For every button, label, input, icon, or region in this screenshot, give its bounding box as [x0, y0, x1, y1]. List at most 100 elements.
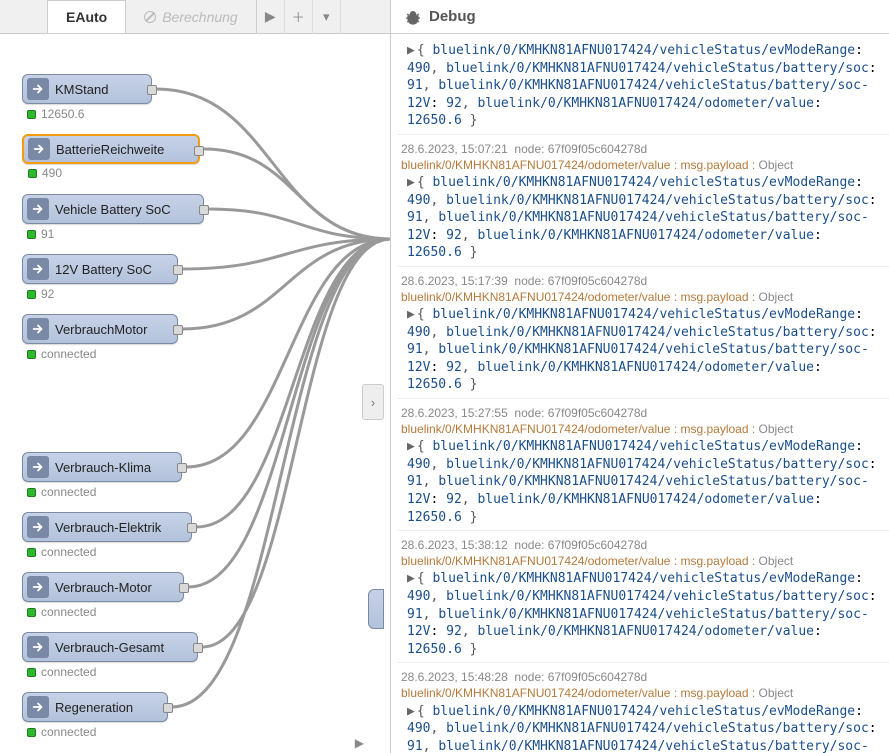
flow-node-vgesamt[interactable]: Verbrauch-Gesamtconnected: [22, 632, 198, 662]
node-output-port[interactable]: [177, 463, 187, 473]
flow-node-regen[interactable]: Regenerationconnected: [22, 692, 168, 722]
status-dot: [27, 668, 36, 677]
debug-message[interactable]: 28.6.2023, 15:07:21 node: 67f09f05c60427…: [397, 139, 889, 267]
debug-topic: bluelink/0/KMHKN81AFNU017424/odometer/va…: [401, 157, 883, 173]
flow-node-vmotor[interactable]: VerbrauchMotorconnected: [22, 314, 178, 344]
expand-icon[interactable]: ▶: [407, 175, 415, 190]
node-output-port[interactable]: [187, 523, 197, 533]
debug-message[interactable]: 28.6.2023, 15:27:55 node: 67f09f05c60427…: [397, 403, 889, 531]
debug-pane: Debug ▶{ bluelink/0/KMHKN81AFNU017424/ve…: [391, 0, 889, 753]
scroll-right-icon[interactable]: ▶: [355, 736, 364, 750]
node-output-port[interactable]: [199, 205, 209, 215]
flow-node-kmstand[interactable]: KMStand12650.6: [22, 74, 152, 104]
node-status: 12650.6: [27, 107, 84, 121]
debug-message-list[interactable]: ▶{ bluelink/0/KMHKN81AFNU017424/vehicleS…: [391, 34, 889, 753]
status-dot: [28, 169, 37, 178]
node-output-port[interactable]: [163, 703, 173, 713]
node-status: 92: [27, 287, 54, 301]
node-output-port[interactable]: [194, 146, 204, 156]
node-icon: [27, 198, 49, 220]
node-label: Verbrauch-Motor: [55, 580, 152, 595]
node-label: 12V Battery SoC: [55, 262, 152, 277]
tab-add-button[interactable]: ＋: [285, 0, 313, 34]
flow-tab-disabled[interactable]: Berechnung: [126, 0, 257, 34]
node-icon: [27, 456, 49, 478]
flow-node-12vsoc[interactable]: 12V Battery SoC92: [22, 254, 178, 284]
debug-payload[interactable]: ▶{ bluelink/0/KMHKN81AFNU017424/vehicleS…: [401, 438, 883, 526]
node-status: connected: [27, 485, 96, 499]
expand-icon[interactable]: ▶: [407, 307, 415, 322]
flow-tab-disabled-label: Berechnung: [162, 9, 238, 25]
node-icon: [28, 138, 50, 160]
node-label: Verbrauch-Klima: [55, 460, 151, 475]
node-status: connected: [27, 347, 96, 361]
debug-timestamp: 28.6.2023, 15:07:21 node: 67f09f05c60427…: [401, 141, 883, 157]
status-dot: [27, 728, 36, 737]
flow-node-velektrik[interactable]: Verbrauch-Elektrikconnected: [22, 512, 192, 542]
debug-payload[interactable]: ▶{ bluelink/0/KMHKN81AFNU017424/vehicleS…: [401, 703, 883, 753]
debug-timestamp: 28.6.2023, 15:27:55 node: 67f09f05c60427…: [401, 405, 883, 421]
flow-node-vklima[interactable]: Verbrauch-Klimaconnected: [22, 452, 182, 482]
expand-icon[interactable]: ▶: [407, 571, 415, 586]
node-icon: [27, 78, 49, 100]
node-icon: [27, 318, 49, 340]
node-output-port[interactable]: [173, 265, 183, 275]
node-label: Verbrauch-Elektrik: [55, 520, 161, 535]
node-output-port[interactable]: [179, 583, 189, 593]
debug-message[interactable]: 28.6.2023, 15:38:12 node: 67f09f05c60427…: [397, 535, 889, 663]
flow-editor-pane: EAuto Berechnung ▶ ＋ ▾ › ▶ KMStand12650.…: [0, 0, 391, 753]
expand-icon[interactable]: ▶: [407, 439, 415, 454]
node-output-port[interactable]: [173, 325, 183, 335]
sidebar-collapse-button[interactable]: ›: [362, 384, 384, 420]
expand-icon[interactable]: ▶: [407, 43, 415, 58]
status-dot: [27, 230, 36, 239]
node-status: 91: [27, 227, 54, 241]
debug-message[interactable]: 28.6.2023, 15:17:39 node: 67f09f05c60427…: [397, 271, 889, 399]
disabled-icon: [144, 11, 156, 23]
node-icon: [27, 636, 49, 658]
debug-timestamp: 28.6.2023, 15:48:28 node: 67f09f05c60427…: [401, 669, 883, 685]
node-output-port[interactable]: [193, 643, 203, 653]
debug-payload[interactable]: ▶{ bluelink/0/KMHKN81AFNU017424/vehicleS…: [401, 306, 883, 394]
debug-message[interactable]: ▶{ bluelink/0/KMHKN81AFNU017424/vehicleS…: [397, 40, 889, 135]
debug-payload[interactable]: ▶{ bluelink/0/KMHKN81AFNU017424/vehicleS…: [401, 174, 883, 262]
debug-payload[interactable]: ▶{ bluelink/0/KMHKN81AFNU017424/vehicleS…: [401, 570, 883, 658]
debug-timestamp: 28.6.2023, 15:38:12 node: 67f09f05c60427…: [401, 537, 883, 553]
flow-node-vmotor2[interactable]: Verbrauch-Motorconnected: [22, 572, 184, 602]
debug-message[interactable]: 28.6.2023, 15:48:28 node: 67f09f05c60427…: [397, 667, 889, 753]
node-label: KMStand: [55, 82, 108, 97]
node-label: Regeneration: [55, 700, 133, 715]
flow-tab-bar: EAuto Berechnung ▶ ＋ ▾: [0, 0, 390, 34]
flow-node-vbattsoc[interactable]: Vehicle Battery SoC91: [22, 194, 204, 224]
status-dot: [27, 350, 36, 359]
flow-workspace[interactable]: › ▶ KMStand12650.6BatterieReichweite490V…: [0, 34, 390, 753]
node-label: Verbrauch-Gesamt: [55, 640, 164, 655]
debug-topic: bluelink/0/KMHKN81AFNU017424/odometer/va…: [401, 553, 883, 569]
node-label: VerbrauchMotor: [55, 322, 148, 337]
debug-payload[interactable]: ▶{ bluelink/0/KMHKN81AFNU017424/vehicleS…: [401, 42, 883, 130]
debug-timestamp: 28.6.2023, 15:17:39 node: 67f09f05c60427…: [401, 273, 883, 289]
offscreen-node-hint[interactable]: [368, 589, 384, 629]
node-icon: [27, 576, 49, 598]
flow-node-battreich[interactable]: BatterieReichweite490: [22, 134, 200, 164]
tab-menu-button[interactable]: ▾: [313, 0, 341, 34]
debug-title: Debug: [429, 8, 476, 25]
node-status: connected: [27, 665, 96, 679]
node-icon: [27, 258, 49, 280]
node-output-port[interactable]: [147, 85, 157, 95]
node-status: connected: [27, 605, 96, 619]
tab-scroll-right-icon[interactable]: ▶: [257, 0, 285, 34]
node-icon: [27, 696, 49, 718]
bug-icon: [405, 9, 421, 25]
node-label: Vehicle Battery SoC: [55, 202, 171, 217]
flow-tab-eauto[interactable]: EAuto: [48, 0, 126, 33]
expand-icon[interactable]: ▶: [407, 704, 415, 719]
status-dot: [27, 548, 36, 557]
flow-tab-blank[interactable]: [0, 0, 48, 34]
node-status: connected: [27, 725, 96, 739]
status-dot: [27, 290, 36, 299]
status-dot: [27, 110, 36, 119]
node-status: connected: [27, 545, 96, 559]
debug-topic: bluelink/0/KMHKN81AFNU017424/odometer/va…: [401, 685, 883, 701]
debug-topic: bluelink/0/KMHKN81AFNU017424/odometer/va…: [401, 421, 883, 437]
